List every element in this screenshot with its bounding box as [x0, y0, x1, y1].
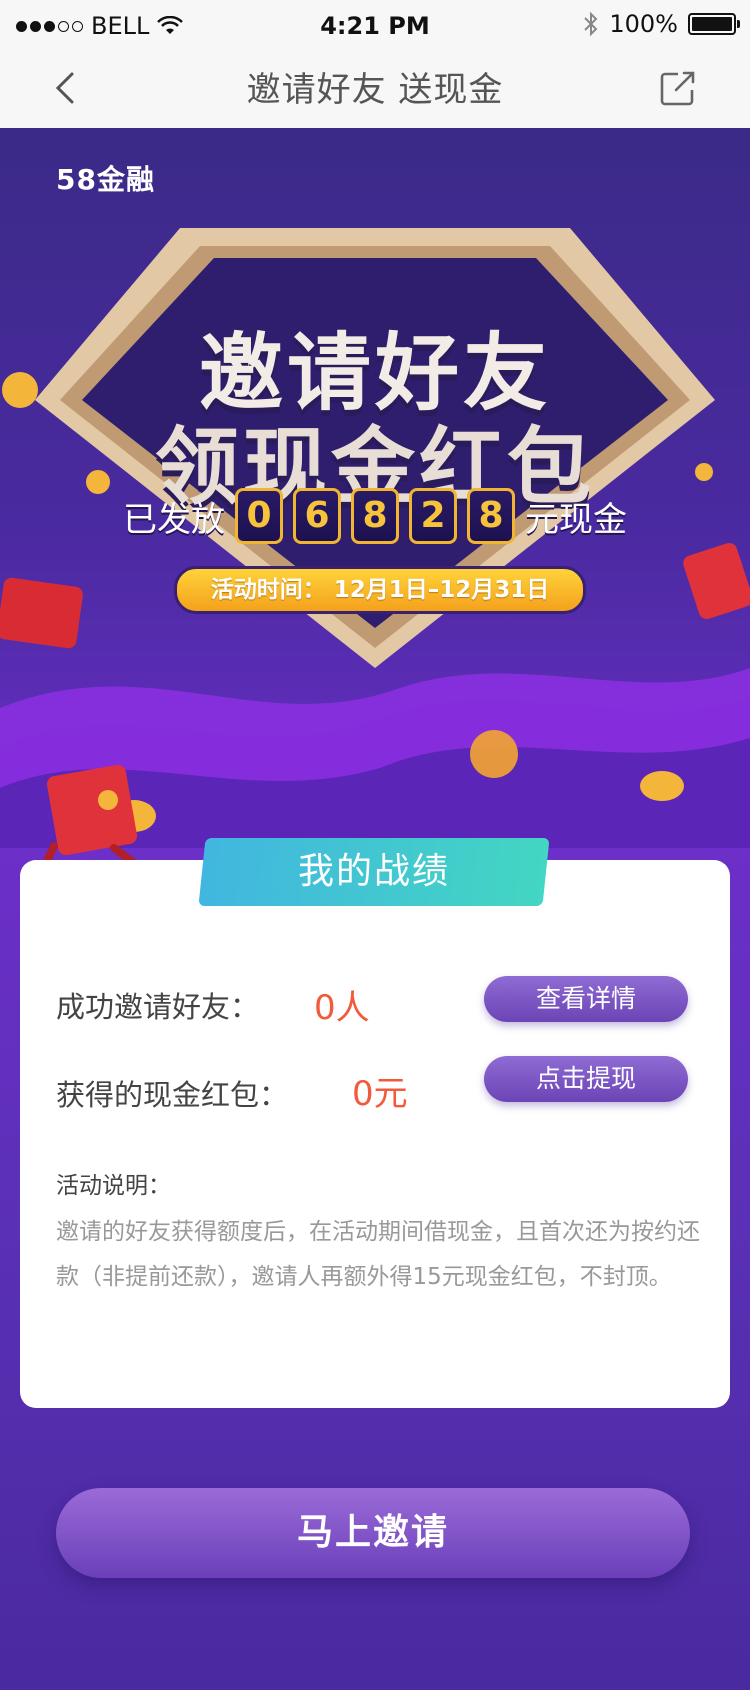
counter-digit: 2	[409, 488, 457, 544]
battery-icon	[688, 13, 740, 35]
status-right: 100%	[583, 10, 740, 38]
share-icon[interactable]	[658, 68, 698, 108]
bluetooth-icon	[584, 11, 598, 37]
invited-friends-label: 成功邀请好友：	[56, 990, 260, 1024]
activity-note-title: 活动说明：	[56, 1173, 171, 1199]
counter-suffix: 元现金	[525, 499, 627, 540]
cash-reward-value: 0元	[352, 1074, 408, 1114]
battery-percent: 100%	[609, 10, 678, 38]
status-bar: BELL 4:21 PM 100%	[0, 0, 750, 54]
nav-bar: 邀请好友 送现金	[0, 54, 750, 129]
page-title: 邀请好友 送现金	[246, 70, 504, 110]
record-card	[20, 860, 730, 1408]
counter-digit: 6	[293, 488, 341, 544]
red-envelope-mascot-icon	[40, 764, 142, 872]
counter-digit: 8	[467, 488, 515, 544]
card-title: 我的战绩	[297, 851, 450, 892]
withdraw-button[interactable]: 点击提现	[484, 1056, 688, 1102]
counter-prefix: 已发放	[123, 499, 225, 540]
counter-digit: 0	[235, 488, 283, 544]
coin-icon	[640, 771, 684, 801]
invited-friends-value: 0人	[314, 988, 370, 1028]
cash-reward-label: 获得的现金红包：	[56, 1078, 289, 1112]
coin-icon	[470, 730, 518, 778]
activity-note-body: 邀请的好友获得额度后，在活动期间借现金，且首次还为按约还款（非提前还款），邀请人…	[56, 1219, 700, 1290]
invite-now-button[interactable]: 马上邀请	[56, 1488, 690, 1578]
counter-digit: 8	[351, 488, 399, 544]
payout-counter: 已发放 0 6 8 2 8 元现金	[0, 488, 750, 544]
hero-banner: 58金融 邀请好友 领现金红包 已发放 0 6 8 2 8 元现金 活动时间： …	[0, 128, 750, 848]
view-details-button[interactable]: 查看详情	[484, 976, 688, 1022]
